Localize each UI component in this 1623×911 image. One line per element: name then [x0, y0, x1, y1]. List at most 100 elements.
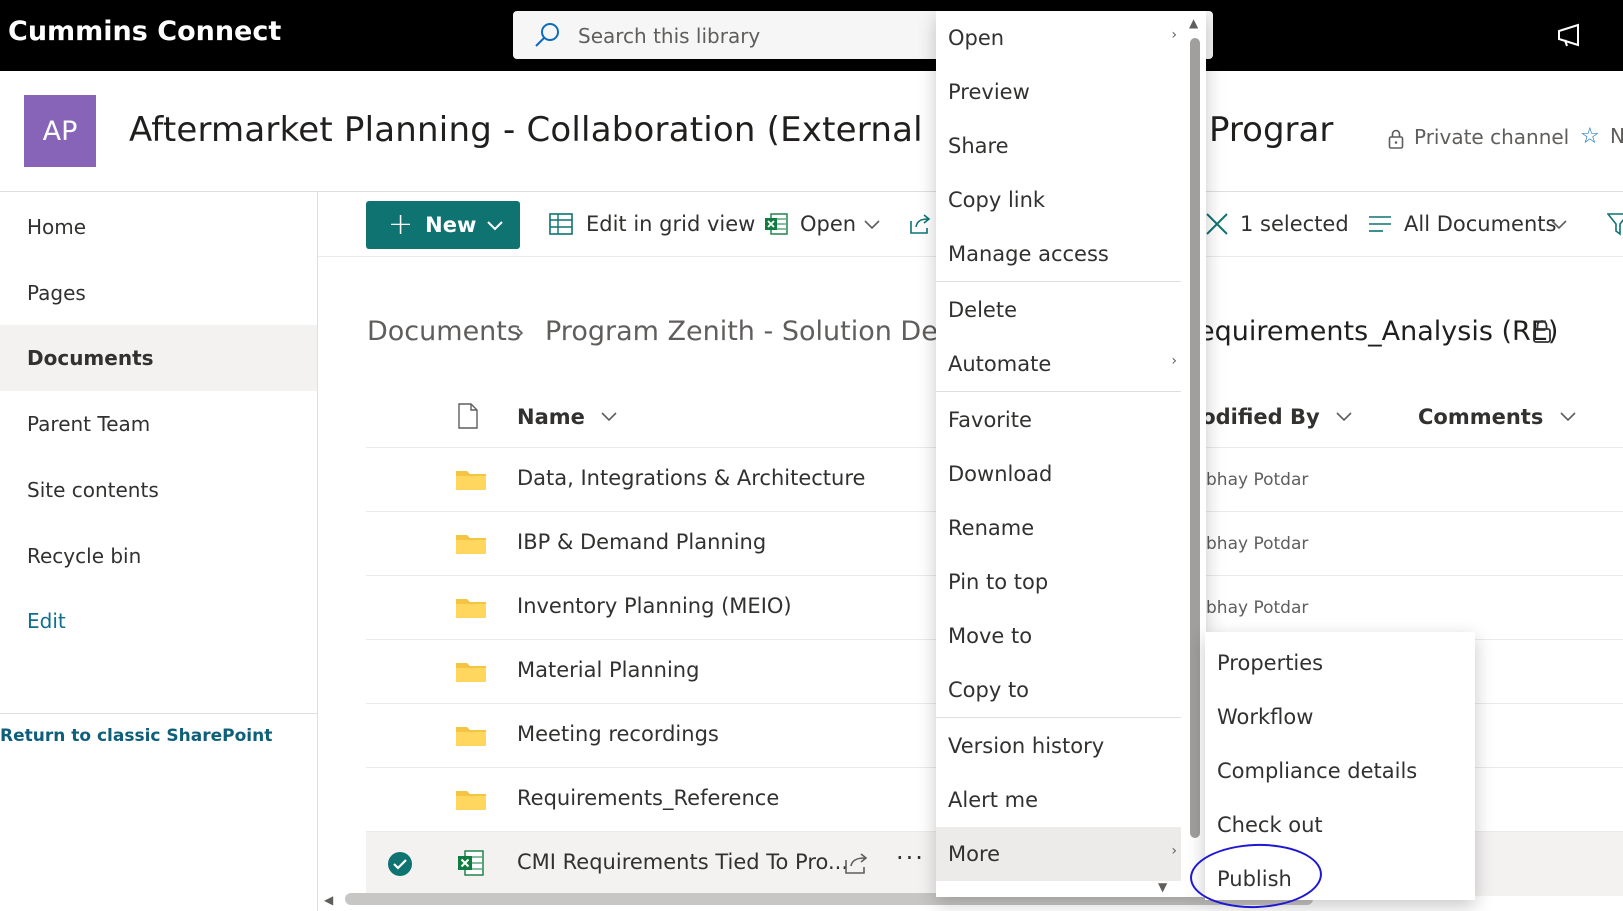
excel-icon	[458, 850, 484, 876]
nav-item-recycle-bin[interactable]: Recycle bin	[0, 523, 317, 589]
breadcrumb-root[interactable]: Documents	[367, 316, 521, 347]
menu-divider	[936, 281, 1181, 282]
submenu-item-properties[interactable]: Properties	[1205, 636, 1475, 690]
column-header-name-label: Name	[517, 405, 585, 429]
search-input[interactable]: Search this library	[578, 24, 760, 48]
excel-icon	[765, 213, 788, 235]
chevron-down-icon[interactable]	[1550, 213, 1568, 235]
chevron-down-icon	[1336, 412, 1352, 422]
menu-item-delete[interactable]: Delete	[936, 283, 1181, 337]
follow-label[interactable]: N	[1610, 124, 1623, 148]
close-icon[interactable]	[1205, 211, 1229, 237]
menu-item-pin-to-top[interactable]: Pin to top	[936, 555, 1181, 609]
context-menu: Open › Preview Share Copy link Manage ac…	[936, 11, 1206, 897]
brand-name[interactable]: Cummins Connect	[8, 16, 281, 47]
grid-icon	[549, 213, 573, 235]
breadcrumb-current: equirements_Analysis (RE)	[1198, 316, 1559, 347]
filter-icon[interactable]	[1607, 212, 1623, 236]
column-header-comments[interactable]: Comments	[1418, 405, 1577, 429]
star-icon[interactable]: ☆	[1580, 124, 1600, 149]
row-modified-by: bhay Potdar	[1206, 534, 1309, 554]
new-button[interactable]: + New	[366, 201, 520, 249]
edit-grid-view-button[interactable]: Edit in grid view	[586, 212, 755, 236]
menu-item-favorite[interactable]: Favorite	[936, 393, 1181, 447]
row-name[interactable]: Inventory Planning (MEIO)	[517, 594, 792, 618]
chevron-down-icon[interactable]	[863, 213, 881, 235]
nav-item-pages[interactable]: Pages	[0, 260, 317, 326]
nav-edit-link[interactable]: Edit	[0, 588, 317, 654]
search-icon	[535, 23, 559, 47]
nav-divider	[0, 713, 317, 714]
view-switcher[interactable]: All Documents	[1404, 212, 1556, 236]
chevron-right-icon: ›	[515, 318, 525, 346]
folder-icon	[456, 727, 486, 746]
menu-item-share[interactable]: Share	[936, 119, 1181, 173]
folder-icon	[456, 663, 486, 682]
row-name[interactable]: Material Planning	[517, 658, 699, 682]
chevron-down-icon	[1560, 412, 1576, 422]
submenu-item-workflow[interactable]: Workflow	[1205, 690, 1475, 744]
share-icon[interactable]	[908, 212, 932, 236]
row-name[interactable]: Requirements_Reference	[517, 786, 779, 810]
site-avatar: AP	[24, 95, 96, 167]
chevron-down-icon	[487, 221, 504, 231]
site-title[interactable]: Aftermarket Planning - Collaboration (Ex…	[129, 110, 977, 150]
row-name[interactable]: CMI Requirements Tied To Pro...	[517, 850, 848, 874]
megaphone-icon[interactable]	[1556, 22, 1586, 48]
row-modified-by: bhay Potdar	[1206, 470, 1309, 490]
menu-item-alert-me[interactable]: Alert me	[936, 773, 1181, 827]
row-name[interactable]: Meeting recordings	[517, 722, 719, 746]
row-modified-by: bhay Potdar	[1206, 598, 1309, 618]
nav-item-home[interactable]: Home	[0, 194, 317, 260]
open-button[interactable]: Open	[800, 212, 856, 236]
submenu-item-compliance-details[interactable]: Compliance details	[1205, 744, 1475, 798]
column-header-comments-label: Comments	[1418, 405, 1544, 429]
row-name[interactable]: IBP & Demand Planning	[517, 530, 766, 554]
menu-item-open[interactable]: Open ›	[936, 11, 1181, 65]
menu-item-version-history[interactable]: Version history	[936, 719, 1181, 773]
menu-divider	[936, 717, 1181, 718]
nav-item-parent-team[interactable]: Parent Team	[0, 391, 317, 457]
column-header-name[interactable]: Name	[517, 405, 618, 429]
new-button-label: New	[425, 213, 477, 237]
suite-bar: Cummins Connect Search this library	[0, 0, 1623, 71]
chevron-down-icon	[601, 412, 617, 422]
column-header-modified-by[interactable]: lodified By	[1194, 405, 1353, 429]
site-title-tail: Prograr	[1209, 110, 1334, 150]
vertical-scrollbar[interactable]	[1190, 38, 1200, 838]
scroll-left-icon[interactable]: ◀	[324, 893, 333, 907]
menu-item-preview[interactable]: Preview	[936, 65, 1181, 119]
menu-item-rename[interactable]: Rename	[936, 501, 1181, 555]
share-icon[interactable]	[843, 850, 869, 876]
scroll-down-icon[interactable]: ▼	[1158, 880, 1167, 894]
menu-item-more[interactable]: More ›	[936, 827, 1181, 881]
lock-icon	[1533, 320, 1551, 343]
view-options-icon	[1369, 216, 1391, 232]
folder-icon	[456, 791, 486, 810]
menu-item-download[interactable]: Download	[936, 447, 1181, 501]
left-nav: Home Pages Documents Parent Team Site co…	[0, 192, 318, 911]
return-classic-link[interactable]: Return to classic SharePoint	[0, 726, 272, 746]
chevron-right-icon: ›	[1171, 353, 1177, 369]
more-options-icon[interactable]: ···	[896, 844, 925, 872]
row-name[interactable]: Data, Integrations & Architecture	[517, 466, 865, 490]
chevron-right-icon: ›	[1171, 843, 1177, 859]
selected-count: 1 selected	[1240, 212, 1349, 236]
menu-item-label: More	[948, 842, 1001, 866]
breadcrumb-folder[interactable]: Program Zenith - Solution Delive	[545, 316, 985, 347]
menu-item-move-to[interactable]: Move to	[936, 609, 1181, 663]
menu-item-label: Open	[948, 26, 1005, 50]
scroll-up-icon[interactable]: ▲	[1189, 16, 1198, 30]
checkmark-circle-icon[interactable]	[387, 851, 413, 877]
nav-item-site-contents[interactable]: Site contents	[0, 457, 317, 523]
folder-icon	[456, 599, 486, 618]
menu-item-manage-access[interactable]: Manage access	[936, 227, 1181, 281]
menu-item-copy-link[interactable]: Copy link	[936, 173, 1181, 227]
column-header-modified-by-label: lodified By	[1194, 405, 1320, 429]
lock-icon	[1388, 129, 1404, 149]
menu-item-automate[interactable]: Automate ›	[936, 337, 1181, 391]
nav-item-documents[interactable]: Documents	[0, 325, 317, 391]
menu-item-copy-to[interactable]: Copy to	[936, 663, 1181, 717]
plus-icon: +	[388, 207, 414, 242]
menu-divider	[936, 391, 1181, 392]
